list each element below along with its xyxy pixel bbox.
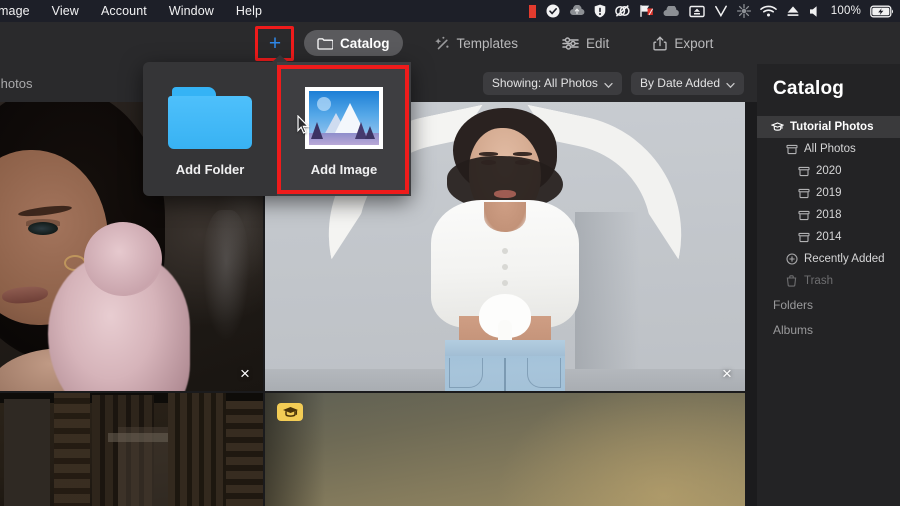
sidebar-item-2020[interactable]: 2020: [757, 160, 900, 182]
graduation-cap-icon: [771, 122, 784, 133]
tab-export-label: Export: [674, 36, 713, 51]
sidebar-item-label: Trash: [804, 275, 833, 287]
catalog-sidebar: Catalog Tutorial Photos All Photos 2020 …: [757, 64, 900, 506]
blue-folder-icon: [168, 87, 252, 149]
archive-box-icon: [797, 166, 810, 177]
photo-thumbnail-city-buildings-dark[interactable]: [0, 393, 263, 506]
sidebar-item-trash[interactable]: Trash: [757, 270, 900, 292]
menu-bar-status-items: 100%: [528, 0, 900, 22]
mountain-photo-icon: [305, 87, 383, 149]
sidebar-item-2014[interactable]: 2014: [757, 226, 900, 248]
archive-box-icon: [797, 210, 810, 221]
photo-image: [0, 393, 263, 506]
sidebar-item-2018[interactable]: 2018: [757, 204, 900, 226]
tutorial-cap-badge[interactable]: [277, 403, 303, 421]
trash-icon: [785, 275, 798, 287]
tab-catalog-label: Catalog: [340, 36, 390, 51]
red-flag-app-icon[interactable]: [639, 4, 654, 18]
tab-edit-label: Edit: [586, 36, 609, 51]
sidebar-group-folders[interactable]: Folders: [757, 292, 900, 317]
menu-item-window[interactable]: Window: [158, 0, 225, 22]
vpn-v-icon[interactable]: [714, 4, 728, 18]
tab-templates-label: Templates: [457, 36, 519, 51]
menu-bar-items: mage View Account Window Help: [0, 0, 273, 22]
app-toolbar: + Catalog Templates Edit: [0, 22, 900, 64]
check-circle-icon[interactable]: [546, 4, 560, 18]
menu-item-account[interactable]: Account: [90, 0, 158, 22]
mouse-pointer-icon: [297, 115, 310, 139]
add-image-option[interactable]: Add Image: [277, 62, 411, 196]
wifi-icon[interactable]: [760, 5, 777, 17]
sidebar-item-tutorial-photos[interactable]: Tutorial Photos: [757, 116, 900, 138]
sidebar-item-label: 2014: [816, 231, 842, 243]
plus-icon: +: [269, 33, 281, 54]
chevron-down-icon: [604, 79, 613, 88]
sidebar-item-all-photos[interactable]: All Photos: [757, 138, 900, 160]
breadcrumb: Photos: [0, 76, 32, 91]
folder-icon: [317, 37, 333, 50]
shortcuts-icon[interactable]: [737, 4, 751, 18]
sidebar-item-label: 2020: [816, 165, 842, 177]
eject-icon[interactable]: [786, 5, 800, 17]
add-button[interactable]: +: [258, 30, 292, 56]
close-icon[interactable]: ×: [717, 363, 737, 383]
tab-export[interactable]: Export: [640, 30, 726, 56]
menu-item-help[interactable]: Help: [225, 0, 273, 22]
subheader-filters: Showing: All Photos By Date Added: [483, 72, 757, 95]
magic-wand-icon: [434, 36, 450, 50]
sort-order-label: By Date Added: [640, 76, 720, 90]
tab-catalog[interactable]: Catalog: [304, 30, 403, 56]
battery-charging-icon[interactable]: [870, 5, 894, 18]
menu-item-image[interactable]: mage: [0, 0, 41, 22]
add-folder-label: Add Folder: [176, 162, 245, 177]
app-window: mage View Account Window Help: [0, 0, 900, 506]
add-image-label: Add Image: [311, 162, 377, 177]
sidebar-item-label: 2018: [816, 209, 842, 221]
sidebar-item-label: All Photos: [804, 143, 856, 155]
sidebar-item-label: Tutorial Photos: [790, 121, 873, 133]
sidebar-item-recently-added[interactable]: Recently Added: [757, 248, 900, 270]
sliders-icon: [562, 37, 579, 50]
tab-edit[interactable]: Edit: [549, 30, 622, 56]
archive-box-icon: [797, 232, 810, 243]
close-icon[interactable]: ×: [235, 363, 255, 383]
cloud-icon[interactable]: [663, 6, 680, 17]
menu-item-view[interactable]: View: [41, 0, 90, 22]
sidebar-item-label: 2019: [816, 187, 842, 199]
plus-circle-icon: [785, 253, 798, 265]
sort-order-dropdown[interactable]: By Date Added: [631, 72, 744, 95]
add-menu-popover: Add Folder Add Image: [143, 62, 411, 196]
tab-templates[interactable]: Templates: [421, 30, 532, 56]
chevron-down-icon: [726, 79, 735, 88]
sidebar-item-label: Recently Added: [804, 253, 885, 265]
showing-filter-label: Showing: All Photos: [492, 76, 598, 90]
sidebar-group-albums[interactable]: Albums: [757, 317, 900, 342]
archive-box-icon: [785, 144, 798, 155]
archive-box-icon: [797, 188, 810, 199]
shield-alert-icon[interactable]: [594, 4, 606, 18]
sidebar-item-2019[interactable]: 2019: [757, 182, 900, 204]
sidebar-title: Catalog: [757, 78, 900, 116]
volume-icon[interactable]: [809, 5, 822, 18]
mac-menu-bar: mage View Account Window Help: [0, 0, 900, 22]
airdrop-box-icon[interactable]: [689, 5, 705, 18]
toolbar-items: + Catalog Templates Edit: [258, 22, 726, 64]
battery-percent-label: 100%: [831, 5, 861, 17]
photo-image: [265, 393, 745, 506]
graduation-cap-icon: [282, 406, 299, 418]
creative-cloud-icon[interactable]: [615, 4, 630, 18]
red-square-icon[interactable]: [528, 5, 537, 18]
cloud-upload-icon[interactable]: [569, 5, 585, 17]
photo-thumbnail-warm-olive-landscape[interactable]: [265, 393, 745, 506]
share-up-icon: [653, 36, 667, 51]
showing-filter-dropdown[interactable]: Showing: All Photos: [483, 72, 622, 95]
add-folder-option[interactable]: Add Folder: [143, 62, 277, 196]
